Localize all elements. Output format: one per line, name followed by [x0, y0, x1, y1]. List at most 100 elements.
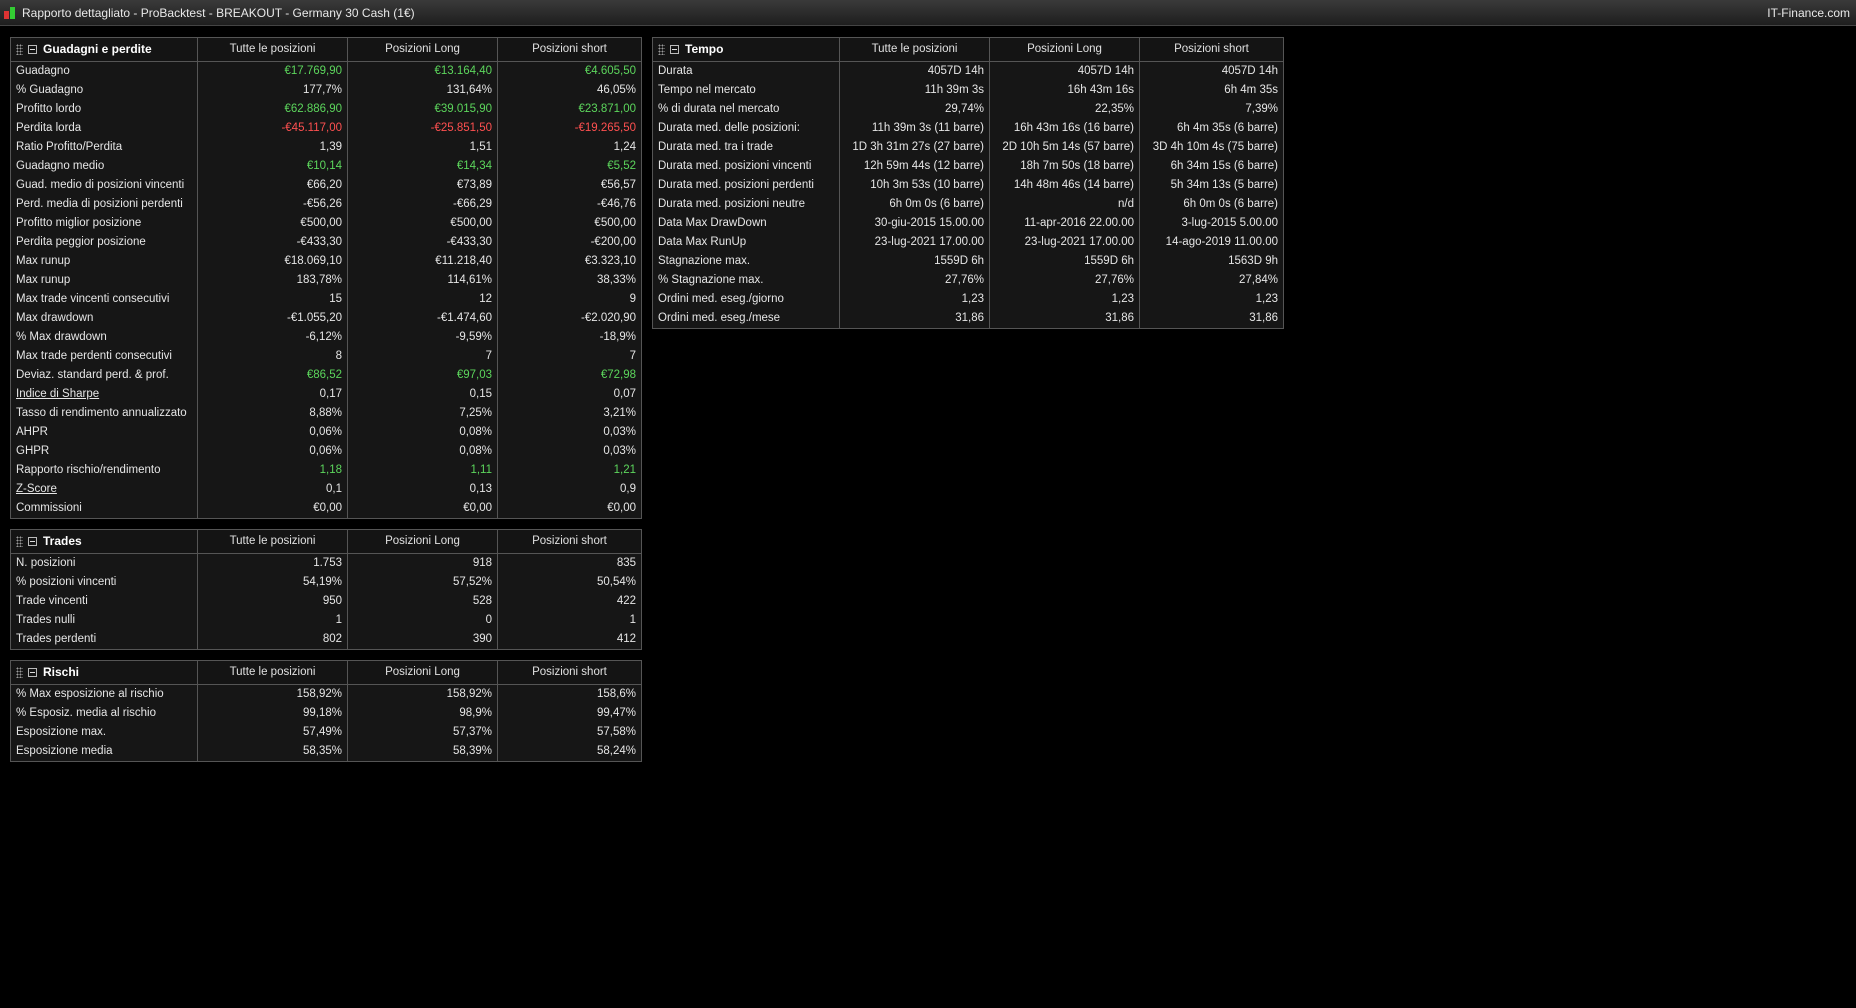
row-value: €3.323,10: [584, 255, 636, 267]
table-row: Rapporto rischio/rendimento 1,18 1,11 1,21: [11, 461, 641, 480]
row-label: Deviaz. standard perd. & prof.: [11, 366, 198, 385]
row-value: 1,39: [198, 138, 348, 157]
row-value: 131,64%: [348, 81, 498, 100]
table-row: Max drawdown -€1.055,20 -€1.474,60 -€2.020,…: [11, 309, 641, 328]
row-value: 114,61%: [348, 271, 498, 290]
row-value: 16h 43m 16s: [990, 81, 1140, 100]
row-label: Max runup: [11, 252, 198, 271]
row-label: Max trade perdenti consecutivi: [11, 347, 198, 366]
row-value: 183,78%: [198, 271, 348, 290]
section-title-text: Tempo: [685, 42, 724, 56]
row-value: 918: [348, 554, 498, 573]
row-label: Ordini med. eseg./mese: [653, 309, 840, 328]
table-row: Trades nulli 1 0 1: [11, 611, 641, 630]
row-value: 7,39%: [1245, 103, 1278, 115]
row-value: 23-lug-2021 17.00.00: [840, 233, 990, 252]
row-value: n/d: [990, 195, 1140, 214]
column-header: Posizioni Long: [348, 530, 498, 553]
row-value: 3D 4h 10m 4s (75 barre): [1152, 141, 1278, 153]
row-label[interactable]: Z-Score: [11, 480, 198, 499]
window-title: Rapporto dettagliato - ProBacktest - BRE…: [22, 6, 415, 20]
table-row: Trades perdenti 802 390 412: [11, 630, 641, 649]
section-title: Trades: [11, 530, 198, 553]
row-label[interactable]: Indice di Sharpe: [11, 385, 198, 404]
row-value: €23.871,00: [578, 103, 636, 115]
row-value: 158,92%: [198, 685, 348, 704]
row-value: 1559D 6h: [990, 252, 1140, 271]
row-value: 5h 34m 13s (5 barre): [1170, 179, 1278, 191]
column-header: Posizioni Long: [348, 38, 498, 61]
table-row: Esposizione media 58,35% 58,39% 58,24%: [11, 742, 641, 761]
row-value: 0,03%: [603, 445, 636, 457]
row-value: 99,18%: [198, 704, 348, 723]
row-value: 8,88%: [198, 404, 348, 423]
table-row: Max trade vincenti consecutivi 15 12 9: [11, 290, 641, 309]
table-row: Profitto lordo €62.886,90 €39.015,90 €23.87…: [11, 100, 641, 119]
row-label: % Esposiz. media al rischio: [11, 704, 198, 723]
section-title-text: Rischi: [43, 665, 80, 679]
row-value: 412: [616, 633, 636, 645]
table-row: % Stagnazione max. 27,76% 27,76% 27,84%: [653, 271, 1283, 290]
row-value: €56,57: [600, 179, 636, 191]
row-value: 54,19%: [198, 573, 348, 592]
row-value: 835: [616, 557, 636, 569]
brand-label: IT-Finance.com: [1767, 6, 1850, 20]
row-value: €73,89: [348, 176, 498, 195]
row-value: 422: [616, 595, 636, 607]
row-label: N. posizioni: [11, 554, 198, 573]
row-value: 0,15: [348, 385, 498, 404]
collapse-icon[interactable]: [670, 45, 679, 54]
table-row: Durata med. posizioni neutre 6h 0m 0s (6 …: [653, 195, 1283, 214]
drag-handle-icon[interactable]: [16, 44, 23, 55]
table-row: Durata med. delle posizioni: 11h 39m 3s (…: [653, 119, 1283, 138]
row-value: 0,13: [348, 480, 498, 499]
panel-tempo: Tempo Tutte le posizioni Posizioni Long Pos…: [652, 37, 1284, 329]
table-row: % posizioni vincenti 54,19% 57,52% 50,54%: [11, 573, 641, 592]
row-value: 1,11: [348, 461, 498, 480]
collapse-icon[interactable]: [28, 537, 37, 546]
drag-handle-icon[interactable]: [16, 667, 23, 678]
row-value: 12: [348, 290, 498, 309]
row-value: -6,12%: [198, 328, 348, 347]
row-value: 58,35%: [198, 742, 348, 761]
section-title: Tempo: [653, 38, 840, 61]
collapse-icon[interactable]: [28, 45, 37, 54]
column-header: Tutte le posizioni: [840, 38, 990, 61]
row-value: 30-giu-2015 15.00.00: [840, 214, 990, 233]
table-row: % Max drawdown -6,12% -9,59% -18,9%: [11, 328, 641, 347]
table-row: Profitto miglior posizione €500,00 €500,00…: [11, 214, 641, 233]
row-value: 22,35%: [990, 100, 1140, 119]
row-value: 11-apr-2016 22.00.00: [990, 214, 1140, 233]
row-value: 58,24%: [596, 745, 636, 757]
panel-rischi: Rischi Tutte le posizioni Posizioni Long Po…: [10, 660, 642, 762]
row-value: -€45.117,00: [198, 119, 348, 138]
row-value: 1,23: [990, 290, 1140, 309]
table-row: Durata med. tra i trade 1D 3h 31m 27s (27…: [653, 138, 1283, 157]
row-value: 0,06%: [198, 442, 348, 461]
drag-handle-icon[interactable]: [658, 44, 665, 55]
title-bar: Rapporto dettagliato - ProBacktest - BRE…: [0, 0, 1856, 26]
table-row: % di durata nel mercato 29,74% 22,35% 7,39%: [653, 100, 1283, 119]
table-row: Max trade perdenti consecutivi 8 7 7: [11, 347, 641, 366]
row-value: €0,00: [348, 499, 498, 518]
table-row: N. posizioni 1.753 918 835: [11, 554, 641, 573]
row-value: €10,14: [198, 157, 348, 176]
collapse-icon[interactable]: [28, 668, 37, 677]
drag-handle-icon[interactable]: [16, 536, 23, 547]
row-value: 57,52%: [348, 573, 498, 592]
table-row: Durata med. posizioni perdenti 10h 3m 53s…: [653, 176, 1283, 195]
row-label: % Stagnazione max.: [653, 271, 840, 290]
table-row: Trade vincenti 950 528 422: [11, 592, 641, 611]
row-value: 38,33%: [596, 274, 636, 286]
row-value: 7: [348, 347, 498, 366]
row-value: 1: [198, 611, 348, 630]
row-value: 4057D 14h: [840, 62, 990, 81]
row-label: Profitto miglior posizione: [11, 214, 198, 233]
row-value: 31,86: [990, 309, 1140, 328]
row-value: -9,59%: [348, 328, 498, 347]
row-value: 6h 0m 0s (6 barre): [1183, 198, 1278, 210]
section-title-text: Trades: [43, 534, 82, 548]
panel-header: Trades Tutte le posizioni Posizioni Long Po…: [11, 530, 641, 554]
column-header: Posizioni Long: [348, 661, 498, 684]
row-value: 2D 10h 5m 14s (57 barre): [990, 138, 1140, 157]
